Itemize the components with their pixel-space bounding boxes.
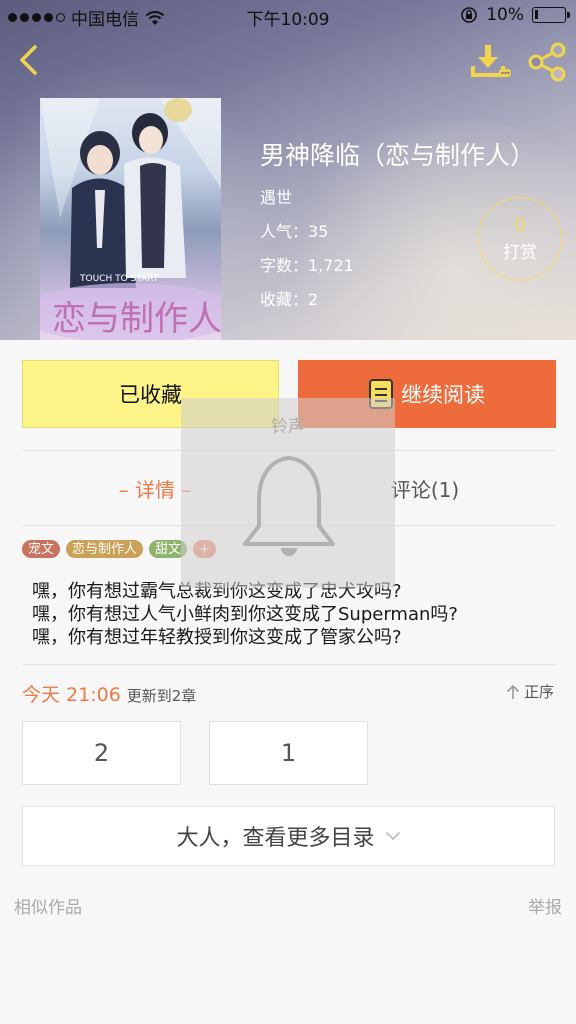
favorited-label: 已收藏: [119, 383, 182, 407]
share-icon[interactable]: [526, 42, 570, 82]
ringer-label: 铃声: [271, 417, 305, 437]
back-arrow-icon[interactable]: [12, 42, 48, 78]
status-bar: 中国电信 下午10:09 10%: [0, 0, 576, 32]
bell-icon: [243, 456, 335, 556]
update-time: 今天 21:06: [22, 684, 121, 706]
sort-order-toggle[interactable]: 正序: [506, 681, 554, 702]
synopsis: 嘿，你有想过霸气总裁到你这变成了忠犬攻吗? 嘿，你有想过人气小鲜肉到你这变成了S…: [32, 580, 458, 649]
favorites-stat: 收藏：2: [260, 290, 319, 309]
arrow-up-icon: [506, 684, 520, 699]
reward-button[interactable]: 0 打赏: [478, 197, 562, 281]
update-info: 今天 21:06 更新到2章: [22, 680, 196, 707]
similar-works-heading: 相似作品: [14, 898, 82, 918]
continue-reading-label: 继续阅读: [401, 383, 485, 407]
chapter-button-2[interactable]: 2: [22, 721, 181, 785]
cover-subtitle: TOUCH TO START: [79, 274, 159, 284]
chapter-button-1[interactable]: 1: [209, 721, 368, 785]
rotation-lock-icon: [461, 7, 478, 23]
synopsis-line: 嘿，你有想过人气小鲜肉到你这变成了Superman吗?: [32, 604, 458, 625]
book-cover[interactable]: TOUCH TO START 恋与制作人: [40, 98, 221, 340]
book-author[interactable]: 遇世: [260, 184, 535, 208]
tag-lianyuzhizuoren[interactable]: 恋与制作人: [66, 540, 144, 558]
cover-illustration: TOUCH TO START 恋与制作人: [40, 98, 221, 340]
book-title: 男神降临（恋与制作人）: [260, 141, 536, 170]
cover-title-text: 恋与制作人: [52, 299, 221, 339]
report-link[interactable]: 举报: [528, 893, 562, 918]
reward-label: 打赏: [503, 243, 537, 263]
battery-icon: [532, 7, 570, 23]
more-catalog-label: 大人，查看更多目录: [176, 826, 375, 851]
chevron-down-icon: [385, 831, 400, 841]
download-icon[interactable]: [470, 42, 514, 82]
ringer-overlay: 铃声: [181, 398, 395, 588]
battery-percent: 10%: [486, 5, 524, 25]
sort-order-label: 正序: [523, 683, 554, 701]
divider: [22, 664, 556, 665]
synopsis-line: 嘿，你有想过年轻教授到你这变成了管家公吗?: [32, 627, 402, 648]
tag-chongwen[interactable]: 宠文: [22, 540, 61, 558]
update-text: 更新到2章: [126, 687, 197, 705]
more-catalog-button[interactable]: 大人，查看更多目录: [22, 806, 555, 866]
reward-count: 0: [513, 214, 527, 236]
